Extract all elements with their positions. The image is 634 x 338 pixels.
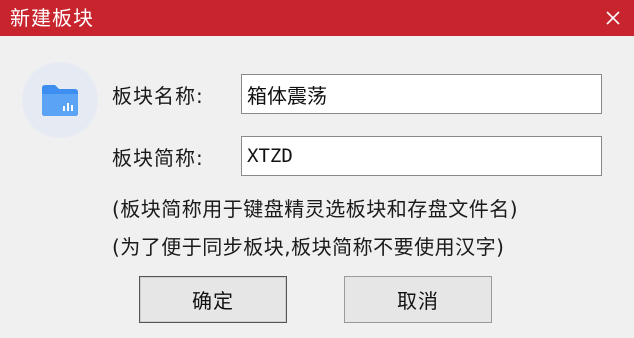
ok-button[interactable]: 确定	[139, 276, 287, 323]
close-button[interactable]	[598, 3, 628, 33]
block-short-input[interactable]	[241, 136, 602, 176]
folder-icon-badge	[22, 62, 98, 138]
hint-line-1: (板块简称用于键盘精灵选板块和存盘文件名)	[112, 197, 519, 221]
dialog-title: 新建板块	[10, 6, 94, 30]
block-name-input[interactable]	[241, 74, 602, 114]
block-name-label: 板块名称:	[112, 84, 204, 108]
new-block-dialog: 新建板块 板块名称: 板块简称: (板块简称用于键盘精灵选板块和存盘文件名) (…	[0, 0, 634, 338]
cancel-button[interactable]: 取消	[344, 276, 492, 323]
folder-icon	[42, 85, 78, 116]
close-icon	[606, 11, 620, 25]
block-short-label: 板块简称:	[112, 146, 204, 170]
title-bar[interactable]: 新建板块	[0, 0, 634, 36]
hint-line-2: (为了便于同步板块,板块简称不要使用汉字)	[112, 235, 505, 259]
